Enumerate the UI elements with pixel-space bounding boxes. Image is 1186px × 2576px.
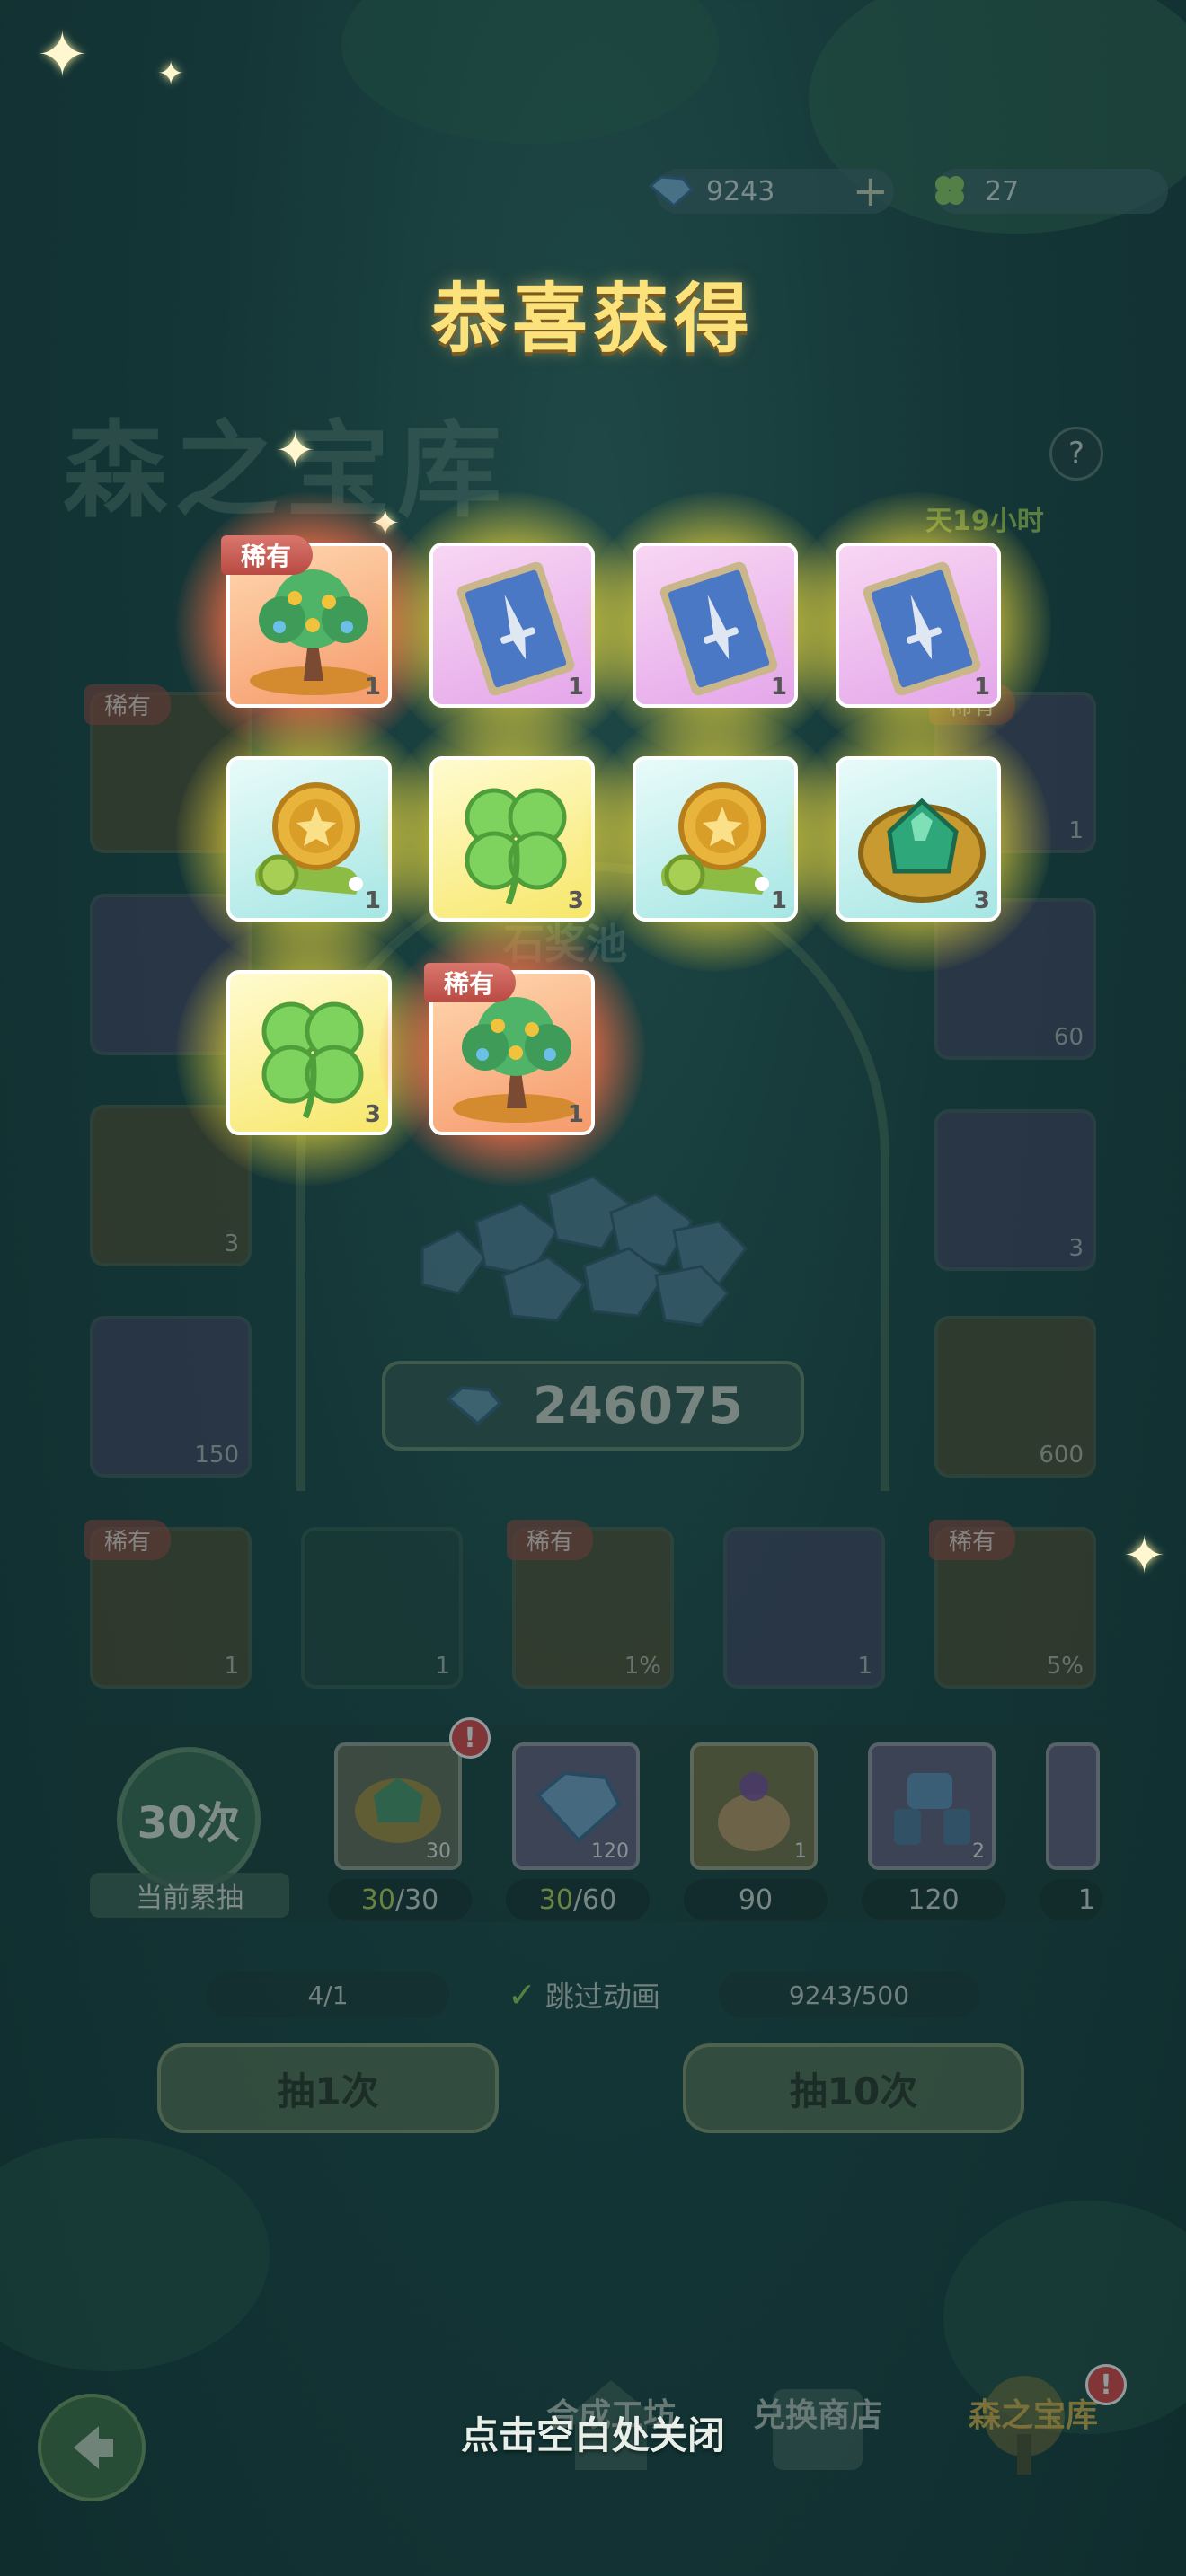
rare-tag: 稀有	[424, 963, 517, 1002]
reward-slot: 1 稀有	[379, 920, 645, 1186]
modal-overlay[interactable]	[0, 0, 1186, 2576]
close-hint: 点击空白处关闭	[460, 2413, 725, 2457]
sparkle-icon: ✦	[36, 18, 89, 92]
sparkle-icon: ✦	[1123, 1527, 1165, 1585]
item-count: 1	[567, 1101, 584, 1128]
reward-item: 1	[429, 543, 595, 708]
item-count: 1	[364, 674, 381, 701]
reward-item: 1	[633, 756, 798, 922]
reward-item: 3	[836, 756, 1001, 922]
item-count: 1	[364, 887, 381, 914]
rare-tag: 稀有	[221, 535, 314, 575]
item-count: 3	[973, 887, 990, 914]
item-count: 3	[364, 1101, 381, 1128]
dialog-title: 恭喜获得	[430, 275, 755, 363]
item-count: 3	[567, 887, 584, 914]
sparkle-icon: ✦	[157, 56, 185, 93]
item-count: 1	[770, 887, 787, 914]
reward-item: 3	[226, 970, 392, 1135]
item-count: 1	[770, 674, 787, 701]
reward-item: 3	[429, 756, 595, 922]
item-count: 1	[973, 674, 990, 701]
item-count: 1	[567, 674, 584, 701]
reward-slot: 3	[785, 706, 1051, 972]
reward-item: 1	[633, 543, 798, 708]
reward-item: 1	[226, 756, 392, 922]
reward-item: 1	[836, 543, 1001, 708]
reward-slot: 1	[785, 492, 1051, 758]
sparkle-icon: ✦	[275, 422, 316, 479]
